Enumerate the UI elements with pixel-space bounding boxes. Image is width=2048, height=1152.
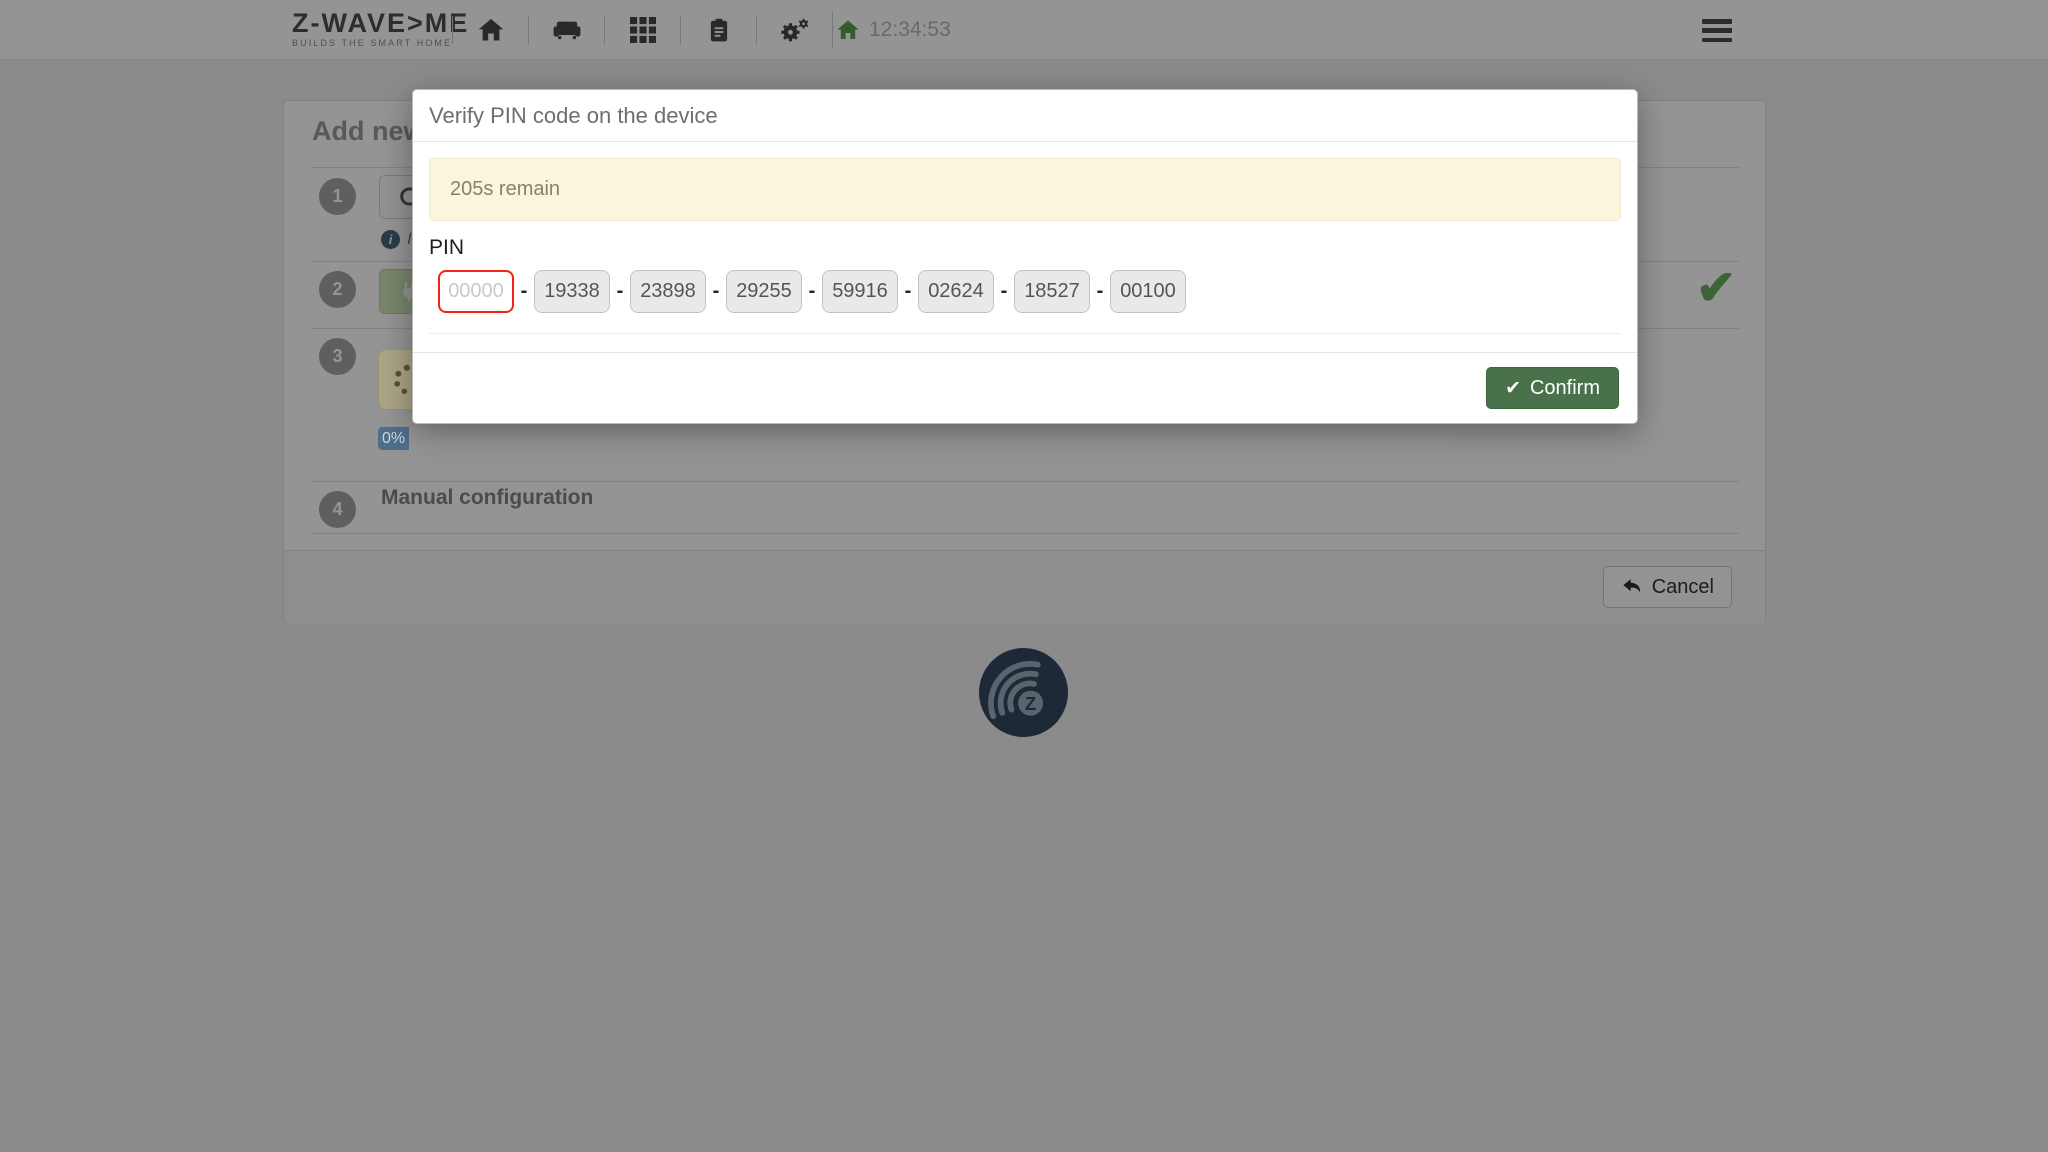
inclusion-progress-bar: 0%	[378, 427, 1454, 450]
dialog-footer: ✔ Confirm	[413, 352, 1637, 423]
dialog-header: Verify PIN code on the device	[413, 90, 1637, 142]
pin-separator: -	[994, 280, 1014, 303]
pin-separator: -	[610, 280, 630, 303]
dialog-body: 205s remain PIN -19338-23898-29255-59916…	[413, 142, 1637, 334]
pin-segment: 29255	[726, 270, 802, 313]
pin-row: -19338-23898-29255-59916-02624-18527-001…	[429, 270, 1621, 313]
pin-input[interactable]	[438, 270, 514, 313]
pin-label: PIN	[429, 236, 1621, 260]
confirm-button[interactable]: ✔ Confirm	[1486, 367, 1619, 409]
pin-segment: 00100	[1110, 270, 1186, 313]
pin-separator: -	[706, 280, 726, 303]
pin-separator: -	[898, 280, 918, 303]
verify-pin-dialog: Verify PIN code on the device 205s remai…	[412, 89, 1638, 424]
pin-segment: 59916	[822, 270, 898, 313]
pin-segment: 19338	[534, 270, 610, 313]
countdown-alert: 205s remain	[429, 158, 1621, 221]
pin-separator: -	[1090, 280, 1110, 303]
pin-separator: -	[514, 280, 534, 303]
dialog-title: Verify PIN code on the device	[429, 103, 1621, 129]
check-icon: ✔	[1505, 377, 1521, 400]
pin-segment: 02624	[918, 270, 994, 313]
form-divider	[429, 333, 1621, 334]
pin-segment: 18527	[1014, 270, 1090, 313]
pin-segment: 23898	[630, 270, 706, 313]
confirm-label: Confirm	[1530, 377, 1600, 400]
screen: Z-WAVE>ME BUILDS THE SMART HOME	[0, 0, 2048, 1152]
progress-value: 0%	[378, 427, 409, 450]
pin-separator: -	[802, 280, 822, 303]
